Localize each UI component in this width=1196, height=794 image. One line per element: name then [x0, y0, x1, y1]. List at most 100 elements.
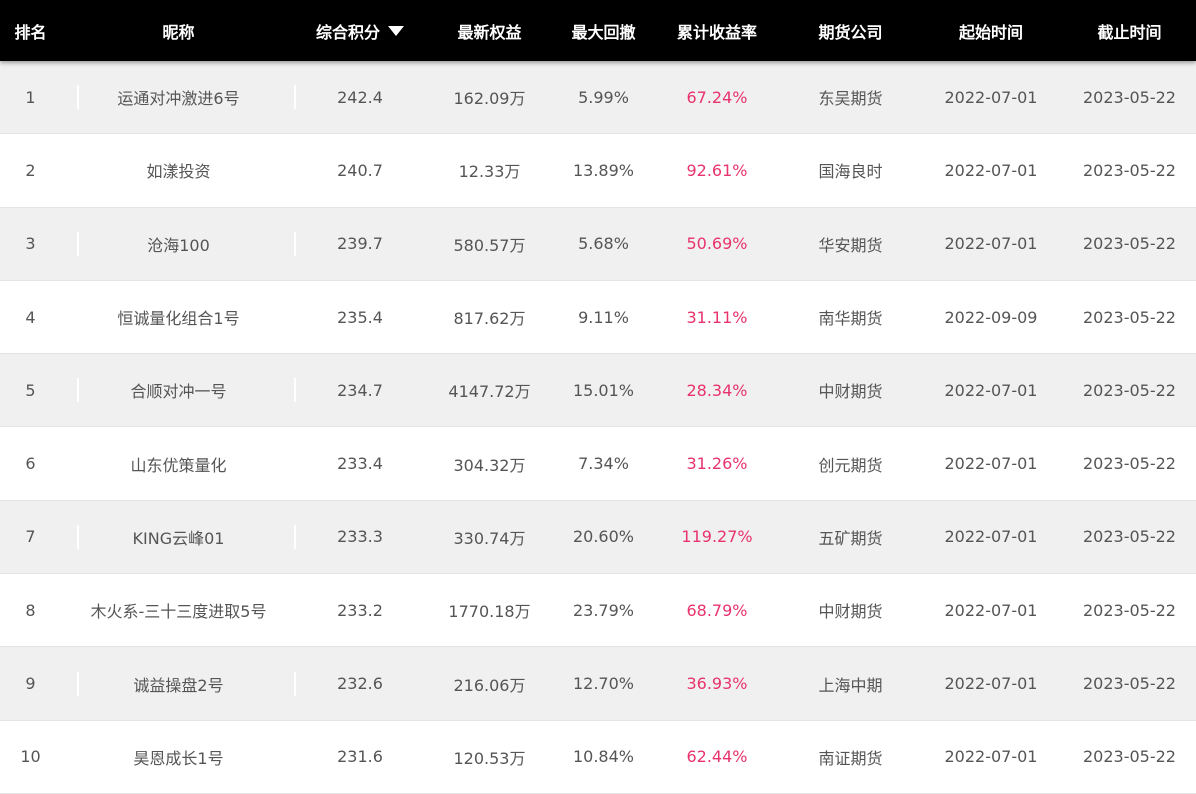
return-cell: 119.27% — [681, 527, 753, 547]
drawdown-cell: 15.01% — [572, 380, 634, 400]
column-header-end[interactable]: 截止时间 — [1063, 19, 1196, 43]
score-cell: 235.4 — [337, 307, 383, 327]
return-cell: 92.61% — [686, 160, 748, 180]
column-header-rank[interactable]: 排名 — [0, 19, 61, 43]
drawdown-cell: 10.84% — [572, 747, 634, 767]
firm-cell: 国海良时 — [818, 162, 883, 182]
start-date-cell: 2022-07-01 — [944, 160, 1038, 180]
rank-cell: 8 — [25, 600, 36, 620]
return-cell: 67.24% — [686, 87, 748, 107]
end-date-cell: 2023-05-22 — [1083, 87, 1176, 107]
firm-cell: 华安期货 — [818, 235, 883, 255]
ranking-table: 排名 昵称 综合积分 最新权益 最大回撤 累计收益率 期货公司 起始时间 截止时… — [0, 0, 1196, 794]
equity-cell: 162.09万 — [453, 89, 526, 109]
end-date-cell: 2023-05-22 — [1083, 160, 1176, 180]
score-cell: 232.6 — [337, 674, 383, 694]
name-cell[interactable]: KING云峰01 — [61, 524, 296, 549]
equity-cell: 817.62万 — [453, 309, 526, 329]
equity-cell: 1770.18万 — [448, 602, 531, 622]
firm-cell: 上海中期 — [818, 675, 883, 695]
name-cell[interactable]: 合顺对冲一号 — [61, 378, 296, 403]
start-date-cell: 2022-07-01 — [944, 87, 1038, 107]
return-cell: 31.11% — [686, 307, 748, 327]
equity-cell: 330.74万 — [453, 528, 526, 548]
firm-cell: 南证期货 — [818, 748, 883, 768]
drawdown-cell: 23.79% — [572, 600, 634, 620]
end-date-cell: 2023-05-22 — [1083, 527, 1176, 547]
rank-cell: 5 — [25, 380, 36, 400]
rank-cell: 4 — [25, 307, 36, 327]
end-date-cell: 2023-05-22 — [1083, 674, 1176, 694]
name-cell[interactable]: 运通对冲激进6号 — [61, 85, 296, 110]
end-date-cell: 2023-05-22 — [1083, 600, 1176, 620]
score-cell: 231.6 — [337, 747, 383, 767]
return-cell: 50.69% — [686, 234, 748, 254]
rank-cell: 1 — [25, 87, 36, 107]
table-row[interactable]: 2 如漾投资 240.7 12.33万 13.89% 92.61% 国海良时 2… — [0, 134, 1196, 208]
firm-cell: 东吴期货 — [818, 89, 883, 109]
column-header-equity[interactable]: 最新权益 — [424, 19, 555, 43]
table-row[interactable]: 3 沧海100 239.7 580.57万 5.68% 50.69% 华安期货 … — [0, 207, 1196, 281]
table-row[interactable]: 6 山东优策量化 233.4 304.32万 7.34% 31.26% 创元期货… — [0, 427, 1196, 501]
start-date-cell: 2022-09-09 — [944, 307, 1038, 327]
score-cell: 242.4 — [337, 87, 383, 107]
rank-cell: 6 — [25, 454, 36, 474]
start-date-cell: 2022-07-01 — [944, 380, 1038, 400]
firm-cell: 南华期货 — [818, 309, 883, 329]
name-cell[interactable]: 如漾投资 — [61, 158, 296, 182]
firm-cell: 中财期货 — [818, 382, 883, 402]
rank-cell: 3 — [25, 234, 36, 254]
column-header-return[interactable]: 累计收益率 — [652, 19, 782, 43]
score-cell: 240.7 — [337, 160, 383, 180]
table-row[interactable]: 7 KING云峰01 233.3 330.74万 20.60% 119.27% … — [0, 500, 1196, 575]
drawdown-cell: 5.99% — [578, 87, 629, 107]
drawdown-cell: 20.60% — [572, 527, 634, 547]
return-cell: 31.26% — [686, 454, 748, 474]
table-row[interactable]: 1 运通对冲激进6号 242.4 162.09万 5.99% 67.24% 东吴… — [0, 61, 1196, 135]
score-cell: 233.4 — [337, 454, 383, 474]
table-row[interactable]: 4 恒诚量化组合1号 235.4 817.62万 9.11% 31.11% 南华… — [0, 280, 1196, 355]
drawdown-cell: 5.68% — [578, 234, 629, 254]
name-cell[interactable]: 恒诚量化组合1号 — [61, 305, 296, 329]
table-row[interactable]: 8 木火系-三十三度进取5号 233.2 1770.18万 23.79% 68.… — [0, 574, 1196, 648]
start-date-cell: 2022-07-01 — [944, 600, 1038, 620]
equity-cell: 4147.72万 — [448, 382, 531, 402]
column-header-score[interactable]: 综合积分 — [296, 19, 424, 43]
end-date-cell: 2023-05-22 — [1083, 454, 1176, 474]
rank-cell: 2 — [25, 160, 36, 180]
name-cell[interactable]: 昊恩成长1号 — [61, 745, 296, 769]
table-row[interactable]: 9 诚益操盘2号 232.6 216.06万 12.70% 36.93% 上海中… — [0, 647, 1196, 721]
column-header-score-label: 综合积分 — [315, 22, 380, 42]
return-cell: 28.34% — [686, 380, 748, 400]
return-cell: 68.79% — [686, 600, 748, 620]
end-date-cell: 2023-05-22 — [1083, 234, 1176, 254]
column-header-name[interactable]: 昵称 — [61, 19, 296, 43]
column-header-drawdown[interactable]: 最大回撤 — [555, 19, 652, 43]
name-cell[interactable]: 诚益操盘2号 — [61, 671, 296, 696]
return-cell: 62.44% — [686, 747, 748, 767]
equity-cell: 120.53万 — [453, 748, 526, 768]
table-row[interactable]: 10 昊恩成长1号 231.6 120.53万 10.84% 62.44% 南证… — [0, 720, 1196, 794]
equity-cell: 580.57万 — [453, 235, 526, 255]
firm-cell: 五矿期货 — [818, 528, 883, 548]
drawdown-cell: 7.34% — [578, 454, 629, 474]
caret-down-icon[interactable] — [388, 26, 404, 36]
name-cell[interactable]: 沧海100 — [61, 231, 296, 256]
start-date-cell: 2022-07-01 — [944, 454, 1038, 474]
table-row[interactable]: 5 合顺对冲一号 234.7 4147.72万 15.01% 28.34% 中财… — [0, 354, 1196, 428]
column-header-firm[interactable]: 期货公司 — [782, 19, 919, 43]
name-cell[interactable]: 木火系-三十三度进取5号 — [61, 598, 296, 622]
name-cell[interactable]: 山东优策量化 — [61, 452, 296, 476]
firm-cell: 创元期货 — [818, 455, 883, 475]
drawdown-cell: 13.89% — [572, 160, 634, 180]
start-date-cell: 2022-07-01 — [944, 234, 1038, 254]
rank-cell: 10 — [20, 747, 41, 767]
return-cell: 36.93% — [686, 674, 748, 694]
end-date-cell: 2023-05-22 — [1083, 307, 1176, 327]
equity-cell: 216.06万 — [453, 675, 526, 695]
score-cell: 233.2 — [337, 600, 383, 620]
start-date-cell: 2022-07-01 — [944, 747, 1038, 767]
column-header-start[interactable]: 起始时间 — [919, 19, 1063, 43]
firm-cell: 中财期货 — [818, 602, 883, 622]
end-date-cell: 2023-05-22 — [1083, 747, 1176, 767]
